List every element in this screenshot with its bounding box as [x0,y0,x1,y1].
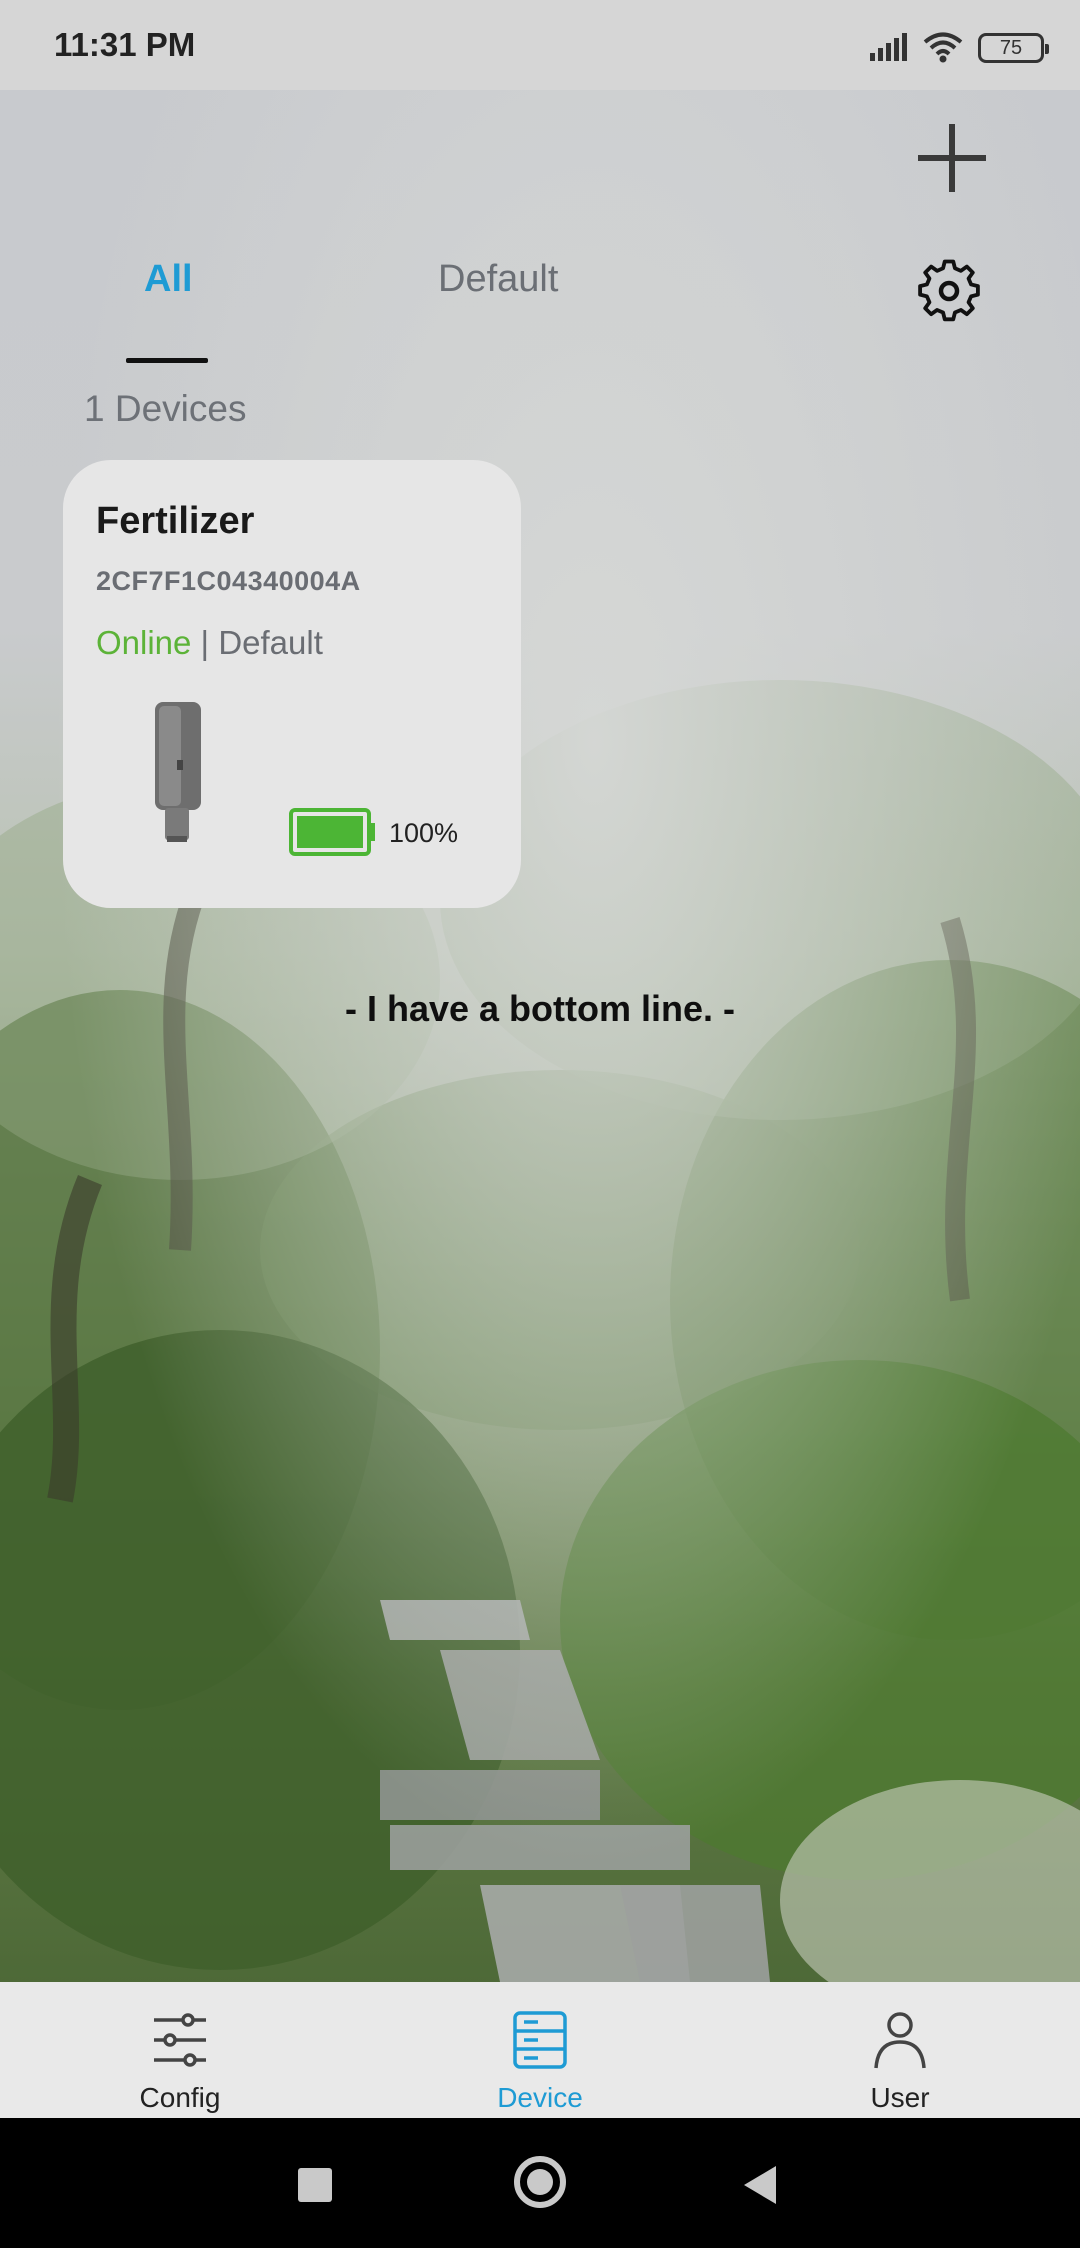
device-online-status: Online [96,624,192,661]
nav-config-label: Config [139,2082,221,2113]
active-tab-indicator [126,358,208,363]
status-time: 11:31 PM [54,26,196,63]
device-status-row: Online | Default [96,624,323,662]
plus-icon[interactable] [914,120,990,196]
battery-full-icon [289,808,375,856]
back-button[interactable] [744,2166,776,2204]
nav-config[interactable]: Config [80,1982,280,2118]
list-end-message: - I have a bottom line. - [344,988,736,1029]
group-tabs: All Default [0,250,880,370]
tab-all[interactable]: All [144,258,193,301]
nav-device-label: Device [497,2082,583,2113]
tab-default[interactable]: Default [438,258,558,301]
bottom-nav: Config Device User [0,1982,1080,2118]
nav-device[interactable]: Device [440,1982,640,2118]
status-separator: | [191,624,219,661]
system-nav-bar [0,2118,1080,2248]
battery-icon: 75 [978,33,1049,63]
signal-icon [870,33,907,61]
sensor-device-image [155,702,201,842]
device-id: 2CF7F1C04340004A [96,566,361,596]
status-bar: 11:31 PM 75 [0,0,1080,90]
recents-button[interactable] [298,2168,332,2202]
sliders-icon [154,2013,206,2067]
device-count: 1 Devices [84,388,247,429]
battery-percent: 100% [389,818,459,848]
nav-user-label: User [870,2082,930,2113]
status-icons: 75 [868,28,1049,68]
gear-icon[interactable] [916,258,982,324]
wifi-icon [923,32,963,63]
person-icon [874,2012,926,2069]
home-button[interactable] [514,2156,566,2208]
device-card[interactable]: Fertilizer 2CF7F1C04340004A Online | Def… [63,460,521,908]
device-group: Default [218,624,323,661]
battery-level-text: 75 [999,36,1023,59]
device-name: Fertilizer [96,500,255,542]
nav-user[interactable]: User [800,1982,1000,2118]
server-icon [513,2011,567,2069]
